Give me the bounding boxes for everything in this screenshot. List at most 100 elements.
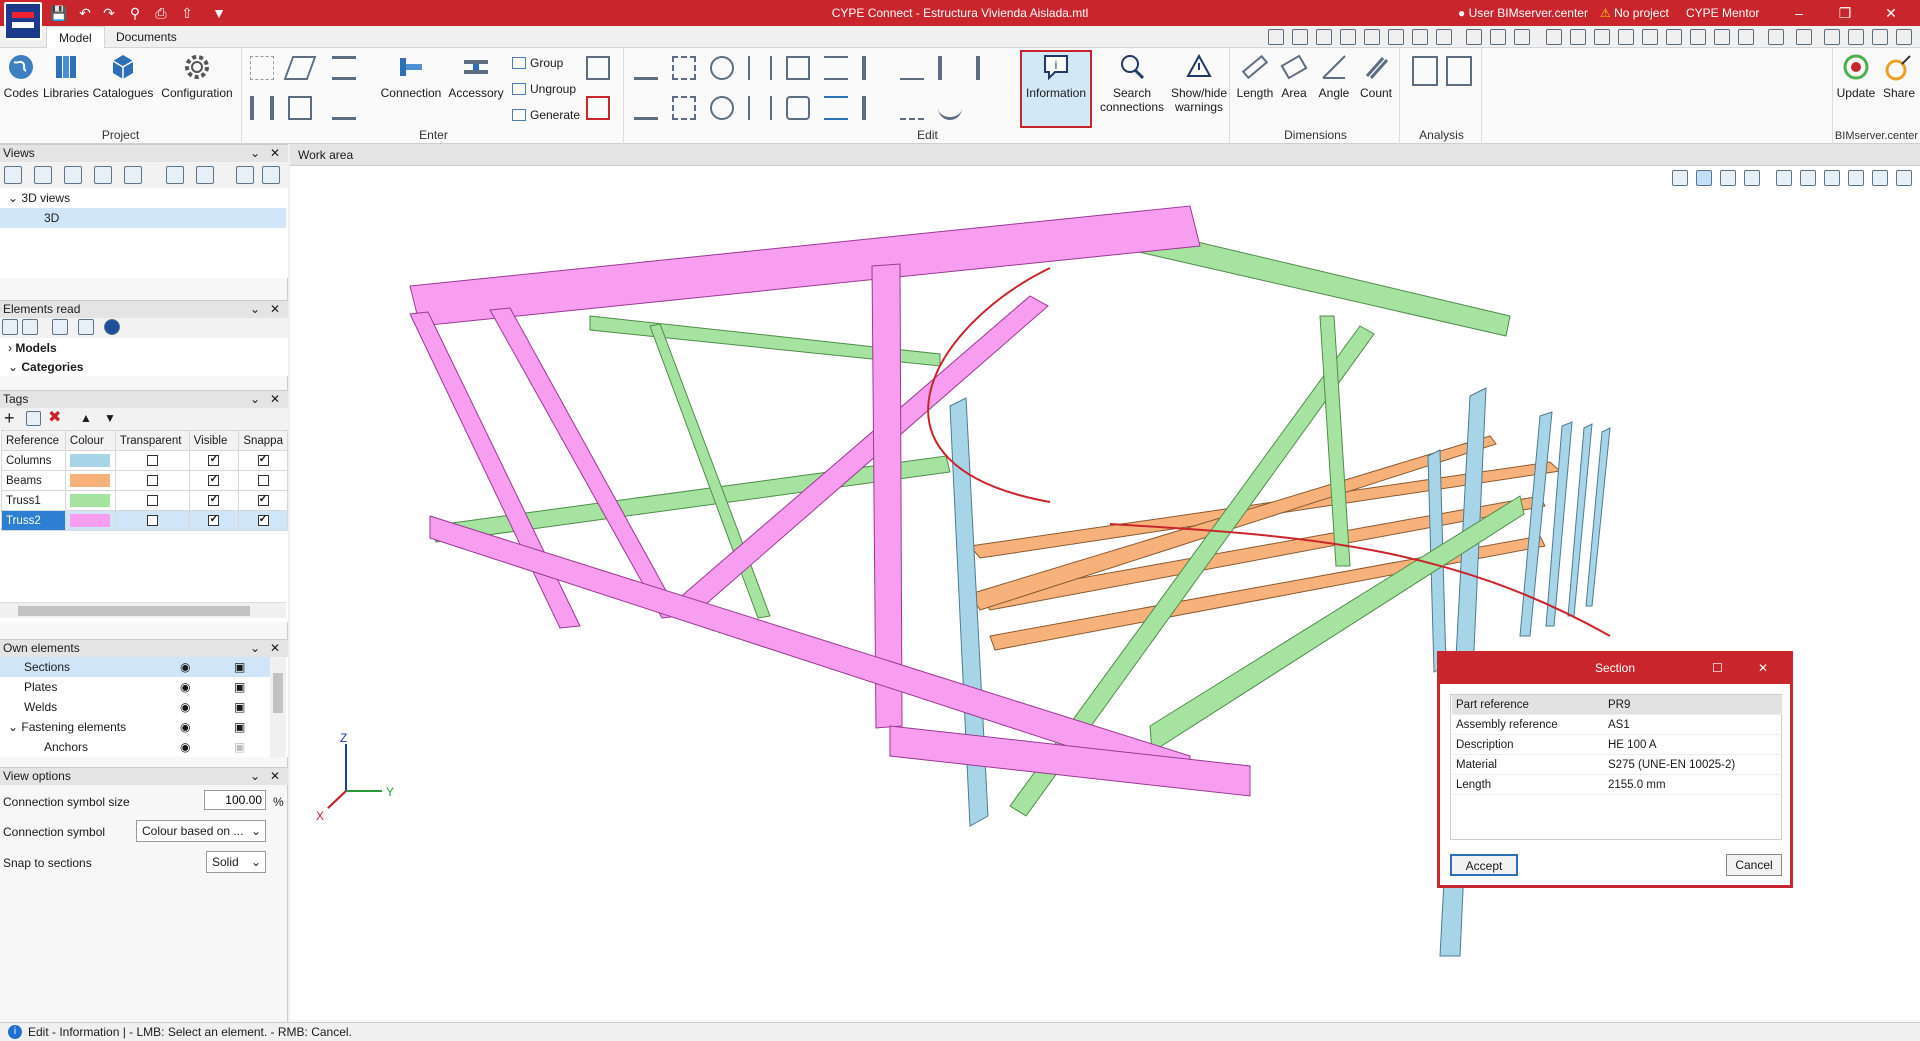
camera-icon[interactable]	[166, 166, 184, 184]
stretch-icon[interactable]	[672, 96, 696, 120]
transparent-checkbox[interactable]	[146, 454, 158, 466]
view-tool-icon[interactable]	[1436, 29, 1452, 45]
accessory-button[interactable]: Accessory	[446, 52, 506, 100]
column-header[interactable]: Reference	[1, 430, 66, 451]
own-item-sections[interactable]: Sections ◉ ▣	[0, 657, 270, 677]
collapse-icon[interactable]: ⌄	[248, 391, 262, 408]
own-item-anchors[interactable]: Anchors ◉ ▣	[0, 737, 270, 757]
own-item-welds[interactable]: Welds ◉ ▣	[0, 697, 270, 717]
magnet-icon[interactable]	[1514, 29, 1530, 45]
anchor-icon[interactable]	[938, 96, 962, 120]
tag-reference[interactable]: Beams	[1, 470, 66, 491]
view-tool-icon[interactable]	[1546, 29, 1562, 45]
snap-checkbox[interactable]	[257, 474, 269, 486]
vertical-scrollbar[interactable]	[270, 657, 286, 757]
view-icon[interactable]	[64, 166, 82, 184]
view-tool-icon[interactable]	[1738, 29, 1754, 45]
view-icon[interactable]	[34, 166, 52, 184]
tree-node-3d-views[interactable]: ⌄ 3D views	[0, 188, 286, 208]
column-header[interactable]: Transparent	[114, 430, 190, 451]
tag-reference[interactable]: Truss2	[1, 510, 66, 531]
view-tool-icon[interactable]	[1714, 29, 1730, 45]
tag-colour[interactable]	[64, 490, 116, 511]
close-icon[interactable]: ✕	[1758, 654, 1768, 682]
tree-node-models[interactable]: › Models	[0, 338, 286, 358]
close-icon[interactable]: ✕	[268, 640, 282, 657]
tree-icon[interactable]	[22, 319, 38, 335]
move-down-icon[interactable]: ▼	[104, 408, 116, 428]
own-item-plates[interactable]: Plates ◉ ▣	[0, 677, 270, 697]
user-status[interactable]: ● User BIMserver.center	[1458, 6, 1588, 20]
collapse-icon[interactable]: ⌄	[248, 768, 262, 785]
snap-checkbox[interactable]	[257, 452, 269, 466]
project-status[interactable]: ⚠ No project	[1600, 6, 1669, 20]
3d-icon[interactable]	[1896, 170, 1912, 186]
rotate-copy-icon[interactable]	[710, 96, 734, 120]
close-icon[interactable]: ✕	[268, 391, 282, 408]
view-icon[interactable]	[1848, 170, 1864, 186]
mentor-status[interactable]: CYPE Mentor	[1686, 6, 1759, 20]
anchor-icon[interactable]	[1744, 170, 1760, 186]
column-tool-icon[interactable]	[250, 96, 274, 120]
copy-icon[interactable]	[786, 56, 810, 80]
web-icon[interactable]	[1796, 29, 1812, 45]
close-icon[interactable]: ✕	[268, 145, 282, 162]
close-icon[interactable]: ✕	[268, 301, 282, 318]
info-icon[interactable]	[104, 319, 120, 335]
visible-checkbox[interactable]	[208, 492, 220, 506]
view-tool-icon[interactable]	[1690, 29, 1706, 45]
report-icon[interactable]	[1446, 56, 1472, 86]
move-icon[interactable]	[672, 56, 696, 80]
camera-settings-icon[interactable]	[196, 166, 214, 184]
group-button[interactable]: Group	[512, 54, 563, 72]
show-hide-warnings-button[interactable]: Show/hide warnings	[1168, 52, 1230, 114]
property-row[interactable]: Assembly reference AS1	[1452, 715, 1782, 735]
angle-button[interactable]: Angle	[1314, 52, 1354, 100]
area-button[interactable]: Area	[1276, 52, 1312, 100]
snap-sections-select[interactable]: Solid ⌄	[206, 851, 266, 873]
pan-icon[interactable]	[1388, 29, 1404, 45]
horizontal-scrollbar[interactable]	[0, 602, 286, 618]
configuration-button[interactable]: Configuration	[158, 52, 236, 100]
collapse-icon[interactable]: ⌄	[248, 301, 262, 318]
tag-colour[interactable]	[64, 470, 116, 491]
view-tool-icon[interactable]	[1292, 29, 1308, 45]
join-icon[interactable]	[824, 96, 848, 120]
rotate-icon[interactable]	[710, 56, 734, 80]
close-window-button[interactable]: ✕	[1868, 0, 1914, 26]
libraries-button[interactable]: Libraries	[42, 52, 90, 100]
add-icon[interactable]: +	[4, 408, 15, 428]
search-connections-button[interactable]: Search connections	[1098, 52, 1166, 114]
connection-button[interactable]: Connection	[378, 52, 444, 100]
delete-element-icon[interactable]	[586, 96, 610, 120]
delete-view-icon[interactable]	[94, 166, 112, 184]
accept-button[interactable]: Accept	[1450, 854, 1518, 876]
restore-button[interactable]: ❐	[1822, 0, 1868, 26]
tab-documents[interactable]: Documents	[104, 26, 189, 48]
cube-view-icon[interactable]	[1696, 170, 1712, 186]
grid-tool-icon[interactable]	[250, 56, 274, 80]
maximize-icon[interactable]: ☐	[1712, 654, 1723, 682]
extend-icon[interactable]	[862, 56, 886, 80]
visible-checkbox[interactable]	[208, 452, 220, 466]
tag-colour[interactable]	[64, 510, 116, 531]
tree-item-3d[interactable]: 3D	[0, 208, 286, 228]
property-row[interactable]: Description HE 100 A	[1452, 735, 1782, 755]
tree-node-categories[interactable]: ⌄ Categories	[0, 357, 286, 377]
split-icon[interactable]	[824, 56, 848, 80]
collapse-icon[interactable]: ⌄	[248, 145, 262, 162]
view-tool-icon[interactable]	[1364, 29, 1380, 45]
length-button[interactable]: Length	[1236, 52, 1274, 100]
view-tool-icon[interactable]	[1268, 29, 1284, 45]
tag-colour[interactable]	[64, 450, 116, 471]
cube-view-icon[interactable]	[236, 166, 254, 184]
snap-checkbox[interactable]	[257, 512, 269, 526]
visible-checkbox[interactable]	[208, 472, 220, 486]
symbol-size-input[interactable]	[204, 790, 266, 810]
information-button[interactable]: i Information	[1020, 50, 1092, 128]
view-tool-icon[interactable]	[1594, 29, 1610, 45]
help-icon[interactable]	[1872, 29, 1888, 45]
transparent-checkbox[interactable]	[146, 514, 158, 526]
cube-view-icon[interactable]	[262, 166, 280, 184]
property-row[interactable]: Part reference PR9	[1452, 695, 1782, 715]
